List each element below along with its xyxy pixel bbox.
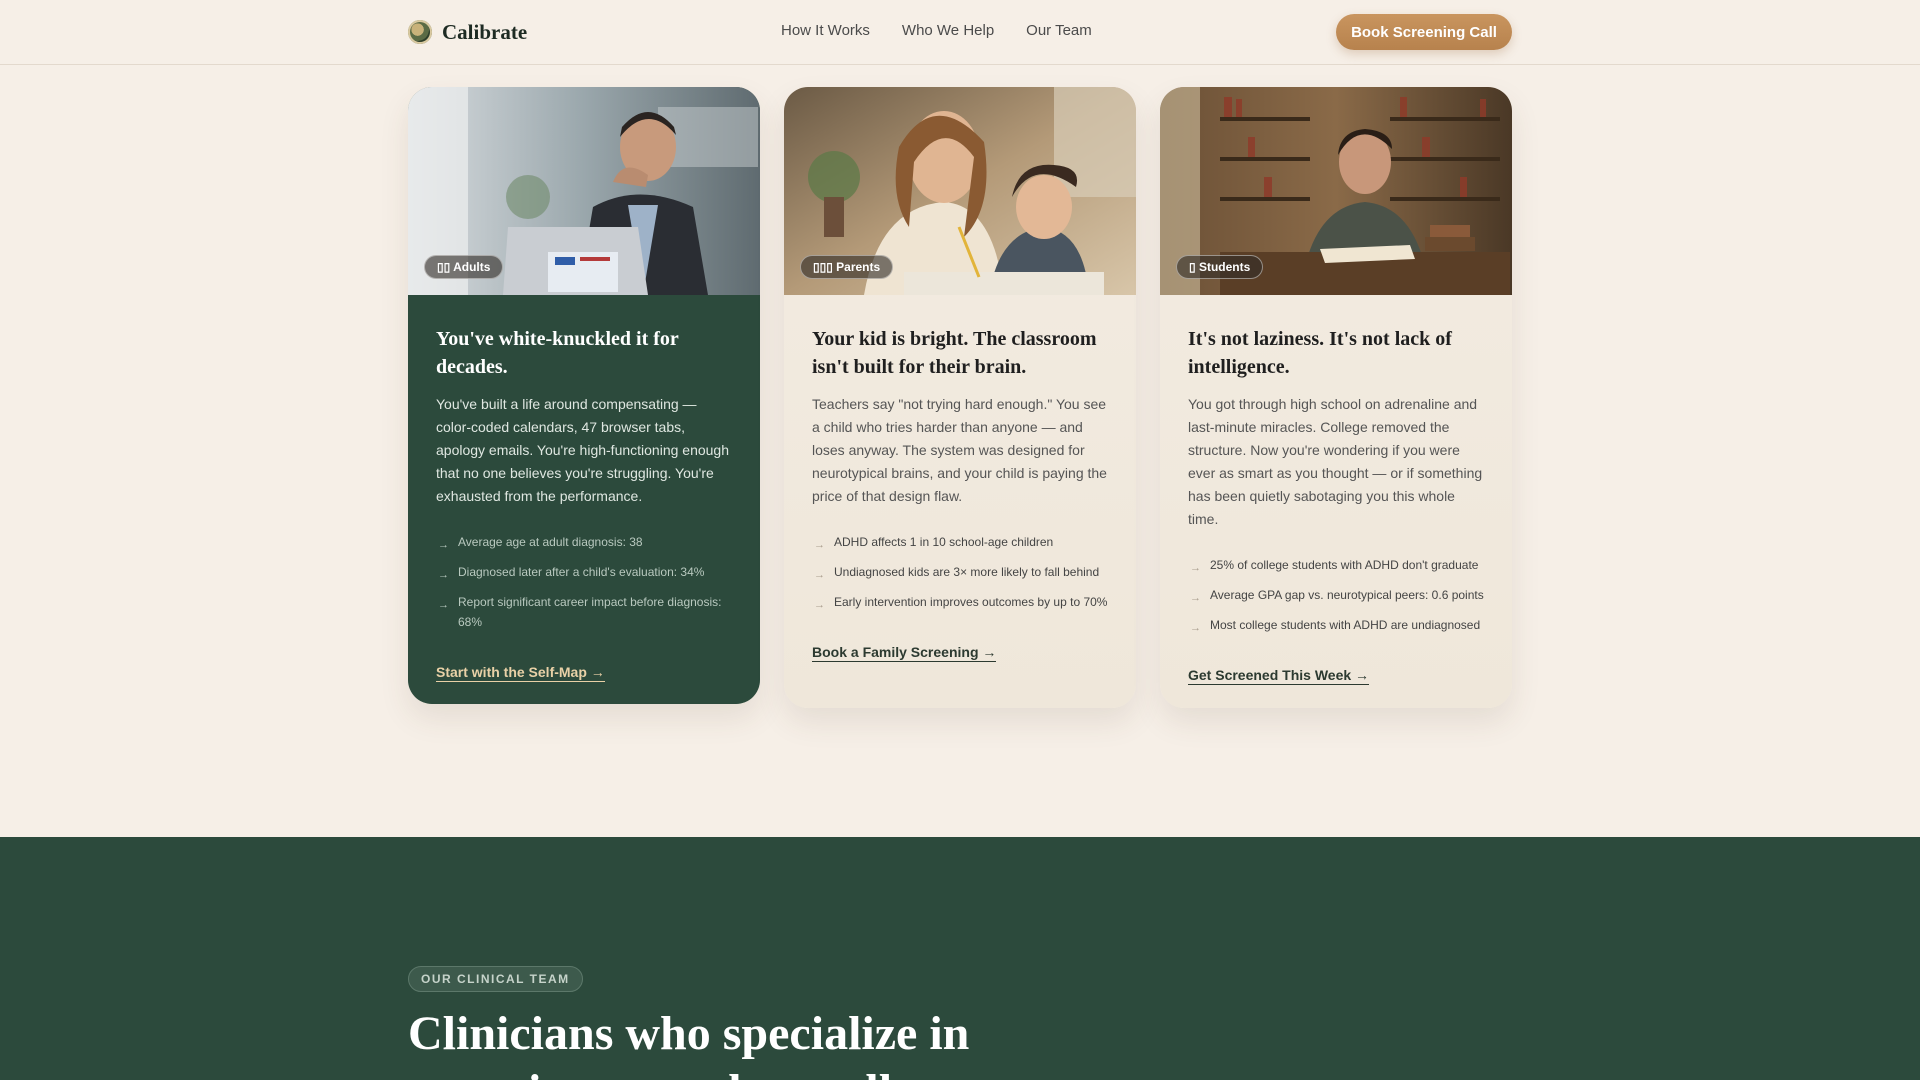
stat-item: Report significant career impact before …: [436, 592, 732, 632]
card-title: It's not laziness. It's not lack of inte…: [1188, 328, 1452, 378]
globe-logo-icon: [408, 20, 432, 44]
card-description: You've built a life around compensating …: [436, 396, 730, 504]
stat-item: Diagnosed later after a child's evaluati…: [436, 562, 732, 585]
clinical-team-section: OUR CLINICAL TEAM Clinicians who special…: [0, 837, 1920, 1080]
nav-link-our-team[interactable]: Our Team: [1026, 22, 1092, 39]
nav-link-how-it-works[interactable]: How It Works: [781, 22, 870, 39]
stat-item: Most college students with ADHD are undi…: [1188, 615, 1484, 638]
card-stats-list: 25% of college students with ADHD don't …: [1188, 555, 1484, 638]
card-description: You got through high school on adrenalin…: [1188, 396, 1483, 527]
stat-item: Early intervention improves outcomes by …: [812, 592, 1108, 615]
card-stats-list: ADHD affects 1 in 10 school-age children…: [812, 532, 1108, 615]
card-stats-list: Average age at adult diagnosis: 38 Diagn…: [436, 532, 732, 632]
start-self-map-link[interactable]: Start with the Self-Map →: [436, 664, 605, 682]
audience-card-adults: ▯▯ Adults You've white-knuckled it for d…: [408, 87, 760, 704]
section-badge: OUR CLINICAL TEAM: [408, 966, 583, 992]
audience-tag-students: ▯ Students: [1176, 255, 1264, 279]
card-title: Your kid is bright. The classroom isn't …: [812, 328, 1097, 378]
brand-logo[interactable]: Calibrate: [408, 18, 527, 46]
main-nav: How It Works Who We Help Our Team: [781, 22, 1092, 39]
parents-photo: ▯▯▯ Parents: [784, 87, 1136, 295]
brand-name: Calibrate: [442, 19, 528, 44]
audience-card-students: ▯ Students It's not laziness. It's not l…: [1160, 87, 1512, 708]
get-screened-link[interactable]: Get Screened This Week →: [1188, 667, 1370, 685]
stat-item: 25% of college students with ADHD don't …: [1188, 555, 1484, 578]
card-description: Teachers say "not trying hard enough." Y…: [812, 396, 1107, 504]
audience-card-parents: ▯▯▯ Parents Your kid is bright. The clas…: [784, 87, 1136, 708]
stat-item: Average age at adult diagnosis: 38: [436, 532, 732, 555]
stat-item: Average GPA gap vs. neurotypical peers: …: [1188, 585, 1484, 608]
nav-link-who-we-help[interactable]: Who We Help: [902, 22, 994, 39]
adults-photo: ▯▯ Adults: [408, 87, 760, 295]
book-family-screening-link[interactable]: Book a Family Screening →: [812, 644, 997, 662]
stat-item: Undiagnosed kids are 3× more likely to f…: [812, 562, 1108, 585]
top-nav-bar: Calibrate How It Works Who We Help Our T…: [0, 0, 1920, 65]
card-title: You've white-knuckled it for decades.: [436, 328, 679, 378]
students-photo: ▯ Students: [1160, 87, 1512, 295]
audience-tag-adults: ▯▯ Adults: [424, 255, 504, 279]
audience-tag-parents: ▯▯▯ Parents: [800, 255, 894, 279]
section-title: Clinicians who specialize in attention —…: [408, 1007, 970, 1080]
stat-item: ADHD affects 1 in 10 school-age children: [812, 532, 1108, 555]
book-screening-call-button[interactable]: Book Screening Call: [1336, 14, 1512, 50]
